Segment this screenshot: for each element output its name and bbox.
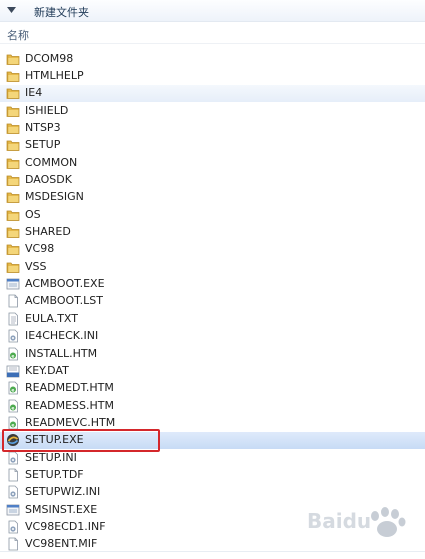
folder-row[interactable]: VC98 [0, 241, 425, 258]
folder-row[interactable]: DCOM98 [0, 50, 425, 67]
file-row[interactable]: e READMEVC.HTM [0, 414, 425, 431]
folder-row[interactable]: COMMON [0, 154, 425, 171]
ini-file-icon [6, 520, 20, 534]
file-name: VC98 [25, 242, 55, 256]
file-row[interactable]: IE4CHECK.INI [0, 328, 425, 345]
folder-icon [6, 52, 20, 66]
file-list: DCOM98 HTMLHELP IE4 ISHIELD NTSP3 SETUP COMMON… [0, 50, 425, 553]
file-name: OS [25, 207, 41, 221]
svg-text:e: e [11, 406, 14, 411]
file-row[interactable]: SETUP.TDF [0, 466, 425, 483]
file-row[interactable]: KEY.DAT [0, 362, 425, 379]
folder-icon [6, 208, 20, 222]
file-row[interactable]: EULA.TXT [0, 310, 425, 327]
dat-file-icon [6, 364, 20, 378]
file-name: SETUPWIZ.INI [25, 485, 101, 499]
file-name: KEY.DAT [25, 363, 69, 377]
file-name: ACMBOOT.LST [25, 294, 103, 308]
html-file-icon: e [6, 347, 20, 361]
ini-file-icon [6, 485, 20, 499]
svg-text:e: e [11, 354, 14, 359]
folder-icon [6, 173, 20, 187]
file-name: IE4 [25, 86, 43, 100]
file-row[interactable]: ACMBOOT.LST [0, 293, 425, 310]
file-name: READMEVC.HTM [25, 415, 116, 429]
folder-icon [6, 121, 20, 135]
file-name: READMEDT.HTM [25, 381, 114, 395]
file-name: VSS [25, 259, 47, 273]
folder-row[interactable]: SHARED [0, 223, 425, 240]
collapse-triangle-icon[interactable] [7, 7, 16, 14]
folder-row[interactable]: SETUP [0, 137, 425, 154]
folder-row[interactable]: IE4 [0, 84, 425, 103]
folder-row[interactable]: ISHIELD [0, 102, 425, 119]
file-name: COMMON [25, 155, 78, 169]
folder-icon [6, 69, 20, 83]
file-name: DAOSDK [25, 173, 72, 187]
file-name: ACMBOOT.EXE [25, 277, 105, 291]
folder-icon [6, 86, 20, 100]
file-name: SETUP.INI [25, 450, 77, 464]
file-row[interactable]: SETUP.INI [0, 449, 425, 466]
file-name: MSDESIGN [25, 190, 84, 204]
file-name: VC98ECD1.INF [25, 519, 106, 533]
folder-row[interactable]: MSDESIGN [0, 189, 425, 206]
file-icon [6, 294, 20, 308]
baidu-wordmark: Baidu [307, 509, 371, 533]
file-name: INSTALL.HTM [25, 346, 98, 360]
file-name: NTSP3 [25, 121, 61, 135]
folder-icon [6, 242, 20, 256]
folder-icon [6, 138, 20, 152]
text-file-icon [6, 312, 20, 326]
folder-icon [6, 190, 20, 204]
ini-file-icon [6, 451, 20, 465]
folder-row[interactable]: HTMLHELP [0, 67, 425, 84]
file-name: EULA.TXT [25, 311, 78, 325]
file-row[interactable]: e READMEDT.HTM [0, 380, 425, 397]
baidu-watermark: Baidu [307, 507, 406, 537]
baidu-paw-icon [371, 507, 406, 537]
svg-text:e: e [11, 423, 14, 428]
file-name: SMSINST.EXE [25, 502, 98, 516]
file-name: SETUP.EXE [25, 433, 84, 447]
folder-row[interactable]: OS [0, 206, 425, 223]
folder-row[interactable]: NTSP3 [0, 119, 425, 136]
folder-title: 新建文件夹 [34, 6, 89, 19]
file-name: SHARED [25, 225, 71, 239]
folder-row[interactable]: VSS [0, 258, 425, 275]
folder-icon [6, 225, 20, 239]
exe-icon [6, 277, 20, 291]
name-column-header[interactable]: 名称 [7, 27, 29, 43]
file-name: IE4CHECK.INI [25, 329, 99, 343]
file-name: VC98ENT.MIF [25, 537, 98, 551]
column-divider [0, 43, 425, 44]
file-name: SETUP.TDF [25, 467, 84, 481]
file-icon [6, 537, 20, 551]
html-file-icon: e [6, 399, 20, 413]
file-name: SETUP [25, 138, 61, 152]
svg-text:e: e [11, 389, 14, 394]
html-file-icon: e [6, 416, 20, 430]
file-row[interactable]: ACMBOOT.EXE [0, 275, 425, 292]
file-name: DCOM98 [25, 51, 74, 65]
ini-file-icon [6, 329, 20, 343]
file-name: READMESS.HTM [25, 398, 114, 412]
setup-exe-icon [6, 433, 20, 447]
folder-row[interactable]: DAOSDK [0, 171, 425, 188]
file-row[interactable]: e INSTALL.HTM [0, 345, 425, 362]
file-name: ISHIELD [25, 103, 69, 117]
exe-icon [6, 503, 20, 517]
folder-icon [6, 156, 20, 170]
folder-icon [6, 104, 20, 118]
file-name: HTMLHELP [25, 69, 84, 83]
file-icon [6, 468, 20, 482]
html-file-icon: e [6, 381, 20, 395]
folder-icon [6, 260, 20, 274]
file-row[interactable]: e READMESS.HTM [0, 397, 425, 414]
file-row[interactable]: SETUP.EXE [0, 431, 425, 449]
folder-header[interactable]: 新建文件夹 [0, 0, 425, 22]
